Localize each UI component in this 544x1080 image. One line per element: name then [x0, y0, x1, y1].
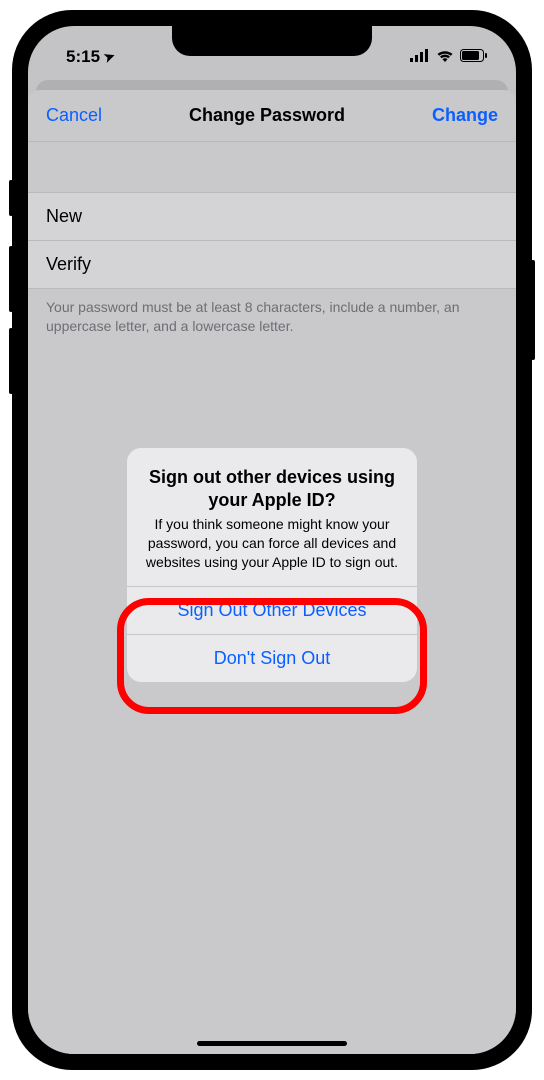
screen: 5:15 ➤ Cancel Change Password Change — [28, 26, 516, 1054]
home-indicator[interactable] — [197, 1041, 347, 1046]
power-button — [531, 260, 535, 360]
notch — [172, 26, 372, 56]
phone-frame: 5:15 ➤ Cancel Change Password Change — [12, 10, 532, 1070]
dont-sign-out-button[interactable]: Don't Sign Out — [127, 634, 417, 682]
sign-out-other-devices-button[interactable]: Sign Out Other Devices — [127, 586, 417, 634]
alert-backdrop: Sign out other devices using your Apple … — [28, 90, 516, 1054]
volume-up-button — [9, 246, 13, 312]
alert-title: Sign out other devices using your Apple … — [143, 466, 401, 511]
battery-icon — [460, 47, 488, 67]
change-password-sheet: Cancel Change Password Change New Verify… — [28, 90, 516, 1054]
sign-out-alert: Sign out other devices using your Apple … — [127, 448, 417, 682]
mute-switch — [9, 180, 13, 216]
status-time: 5:15 — [66, 47, 100, 67]
location-icon: ➤ — [102, 48, 118, 67]
alert-message: If you think someone might know your pas… — [143, 515, 401, 572]
wifi-icon — [436, 47, 454, 67]
cellular-icon — [410, 47, 430, 67]
volume-down-button — [9, 328, 13, 394]
